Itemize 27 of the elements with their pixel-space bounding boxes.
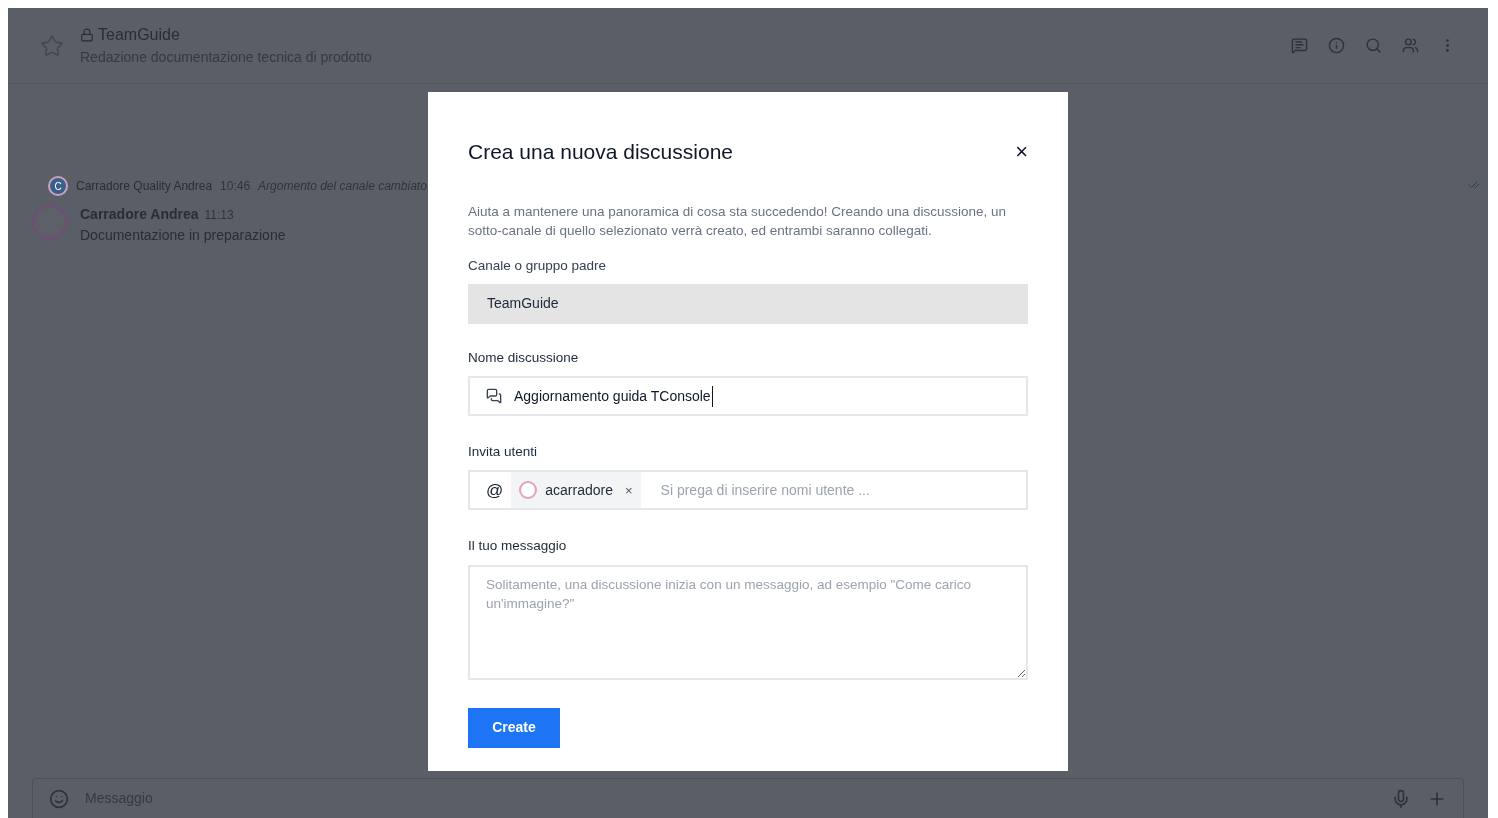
field-label: Il tuo messaggio <box>468 537 568 556</box>
username: acarradore <box>545 480 613 500</box>
field-label: Canale o gruppo padre <box>468 256 608 275</box>
message-textarea[interactable]: Solitamente, una discussione inizia con un messaggio, ad esempio "Come carico un'immagine?" <box>468 564 1028 680</box>
discussion-name-field[interactable]: Aggiornamento guida TConsole <box>468 376 1028 416</box>
discussion-icon[interactable] <box>1291 37 1308 54</box>
at-sign: @ <box>486 479 504 502</box>
microphone-icon[interactable] <box>1391 788 1411 809</box>
avatar: C <box>48 176 68 196</box>
read-receipt-icon <box>1468 179 1480 191</box>
dialog-title: Crea una nuova discussione <box>468 139 733 165</box>
create-button[interactable]: Create <box>468 707 560 748</box>
lock-icon <box>80 28 94 42</box>
remove-button[interactable]: × <box>624 480 633 500</box>
invite-users-field[interactable]: @ acarradore × Si prega di inserire nomi utente ... <box>468 470 1028 511</box>
invite-placeholder: Si prega di inserire nomi utente ... <box>660 480 870 500</box>
info-icon[interactable] <box>1328 37 1345 54</box>
search-icon[interactable] <box>1365 37 1382 54</box>
members-icon[interactable] <box>1402 37 1419 54</box>
field-label: Invita utenti <box>468 443 539 461</box>
discussion-icon <box>486 388 502 404</box>
emoji-icon[interactable] <box>49 788 69 809</box>
avatar <box>519 481 538 500</box>
field-label: Nome discussione <box>468 348 580 367</box>
dialog-description: Aiuta a mantenere una panoramica di cosa sta succedendo! Creando una discussione, un sotto-canale di quello selezionato verrà creato, ed entrambi saranno collegati. <box>468 202 1008 240</box>
close-button[interactable]: × <box>1015 140 1028 163</box>
star-icon[interactable] <box>40 33 64 58</box>
